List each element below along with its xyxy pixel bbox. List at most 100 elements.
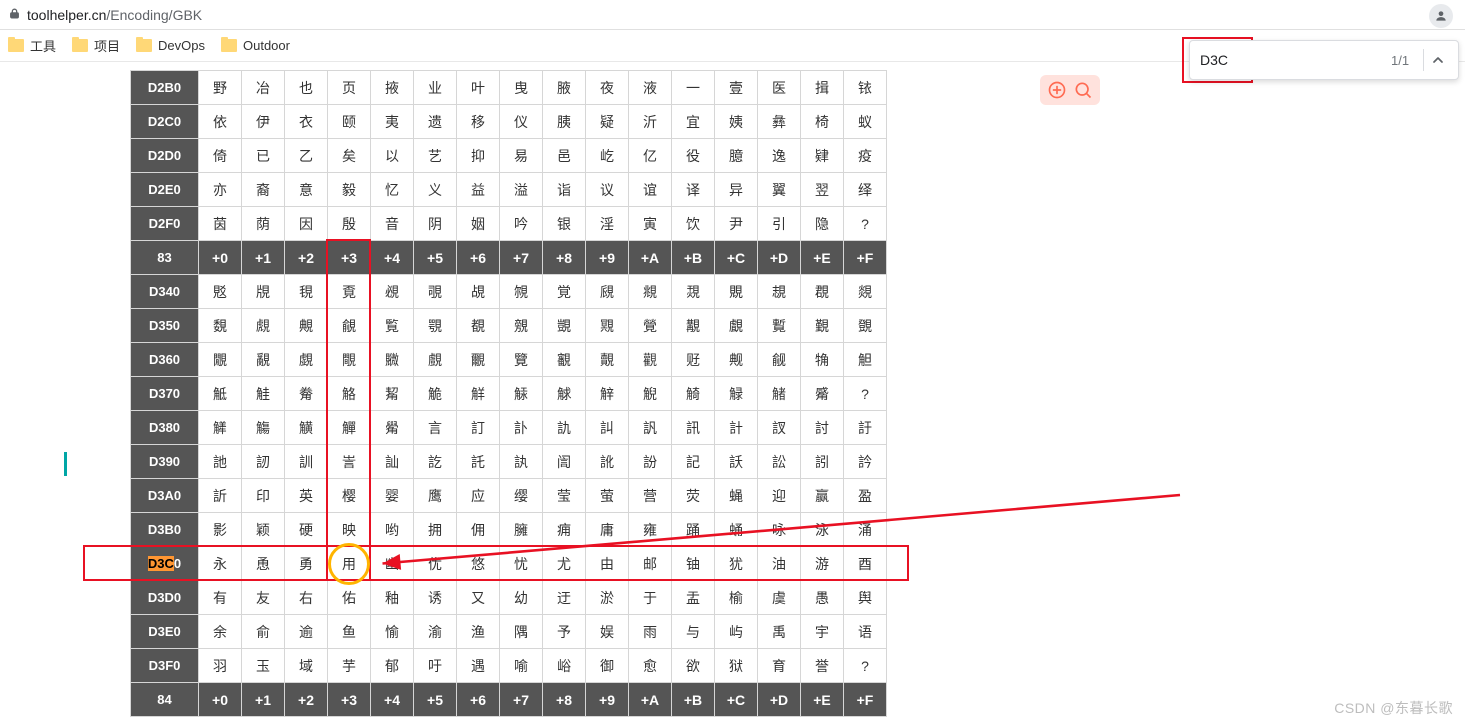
url-host: toolhelper.cn (27, 7, 106, 23)
col-header: +7 (500, 683, 543, 717)
char-cell: 衣 (285, 105, 328, 139)
char-cell: 喻 (500, 649, 543, 683)
char-cell: 永 (199, 547, 242, 581)
char-cell: 觢 (371, 377, 414, 411)
char-cell: 觟 (242, 377, 285, 411)
char-cell: 绎 (844, 173, 887, 207)
char-cell: 揖 (801, 71, 844, 105)
char-cell: 觴 (242, 411, 285, 445)
char-cell: 医 (758, 71, 801, 105)
url-text[interactable]: toolhelper.cn/Encoding/GBK (27, 7, 202, 23)
char-cell: 业 (414, 71, 457, 105)
bookmark-label: 项目 (94, 36, 120, 55)
char-cell: 幽 (371, 547, 414, 581)
row-header: D370 (131, 377, 199, 411)
char-cell: 萤 (586, 479, 629, 513)
char-cell: 一 (672, 71, 715, 105)
char-cell: 莹 (543, 479, 586, 513)
char-cell: 訆 (586, 411, 629, 445)
char-cell: 佣 (457, 513, 500, 547)
char-cell: 隐 (801, 207, 844, 241)
find-prev-button[interactable] (1428, 48, 1448, 72)
char-cell: 役 (672, 139, 715, 173)
user-avatar[interactable] (1429, 4, 1453, 28)
bookmark-tools[interactable]: 工具 (8, 36, 56, 55)
char-cell: 冶 (242, 71, 285, 105)
find-in-page-bar: 1/1 (1189, 40, 1459, 80)
folder-icon (136, 39, 152, 52)
col-header: +6 (457, 241, 500, 275)
char-cell: 蚁 (844, 105, 887, 139)
char-cell: 矣 (328, 139, 371, 173)
char-cell: 夜 (586, 71, 629, 105)
char-cell: 覶 (242, 343, 285, 377)
char-cell: 椅 (801, 105, 844, 139)
char-cell: 覱 (758, 309, 801, 343)
find-input[interactable] (1200, 52, 1381, 68)
char-cell: 記 (672, 445, 715, 479)
char-cell: 芋 (328, 649, 371, 683)
char-cell: 觵 (285, 411, 328, 445)
watermark: CSDN @东暮长歌 (1334, 698, 1453, 718)
char-cell: 咏 (758, 513, 801, 547)
col-header: +1 (242, 241, 285, 275)
char-cell: 腋 (543, 71, 586, 105)
char-cell: 觀 (629, 343, 672, 377)
col-header: +9 (586, 683, 629, 717)
char-cell: 吁 (414, 649, 457, 683)
char-cell: 俞 (242, 615, 285, 649)
char-cell: 舆 (844, 581, 887, 615)
char-cell: 疑 (586, 105, 629, 139)
char-cell: 颐 (328, 105, 371, 139)
char-cell: 掖 (371, 71, 414, 105)
text-caret-indicator (64, 452, 67, 476)
char-cell: 逸 (758, 139, 801, 173)
bookmark-label: Outdoor (243, 38, 290, 53)
bookmark-devops[interactable]: DevOps (136, 38, 205, 53)
char-cell: 娱 (586, 615, 629, 649)
char-cell: 姨 (715, 105, 758, 139)
char-cell: 訢 (199, 479, 242, 513)
col-header: +F (844, 683, 887, 717)
char-cell: 溢 (500, 173, 543, 207)
char-cell: 银 (543, 207, 586, 241)
bookmark-projects[interactable]: 项目 (72, 36, 120, 55)
char-cell: 铱 (844, 71, 887, 105)
char-cell: 覿 (586, 343, 629, 377)
char-cell: 覭 (586, 309, 629, 343)
bookmark-outdoor[interactable]: Outdoor (221, 38, 290, 53)
col-header: +D (758, 683, 801, 717)
char-cell: 觲 (199, 411, 242, 445)
char-cell: 邮 (629, 547, 672, 581)
char-cell: 訙 (500, 445, 543, 479)
char-cell: 盈 (844, 479, 887, 513)
row-header: 83 (131, 241, 199, 275)
char-cell: 忆 (371, 173, 414, 207)
char-cell: 缨 (500, 479, 543, 513)
char-cell: 恿 (242, 547, 285, 581)
char-cell: 玉 (242, 649, 285, 683)
char-cell: 异 (715, 173, 758, 207)
char-cell: 訞 (715, 445, 758, 479)
char-cell: 觭 (672, 377, 715, 411)
char-cell: 雍 (629, 513, 672, 547)
char-cell: 由 (586, 547, 629, 581)
char-cell: 訔 (328, 445, 371, 479)
char-cell: 亦 (199, 173, 242, 207)
char-cell: 覫 (500, 309, 543, 343)
char-cell: 覕 (371, 275, 414, 309)
char-cell: 也 (285, 71, 328, 105)
char-cell: 毅 (328, 173, 371, 207)
col-header: +5 (414, 683, 457, 717)
char-cell: 酉 (844, 547, 887, 581)
page-tool-overlay[interactable] (1040, 75, 1100, 105)
char-cell: 覹 (371, 343, 414, 377)
col-header: +2 (285, 241, 328, 275)
col-header: +2 (285, 683, 328, 717)
char-cell: 予 (543, 615, 586, 649)
row-header: D2B0 (131, 71, 199, 105)
col-header: +A (629, 683, 672, 717)
char-cell: 意 (285, 173, 328, 207)
char-cell: 覥 (285, 309, 328, 343)
char-cell: 殷 (328, 207, 371, 241)
